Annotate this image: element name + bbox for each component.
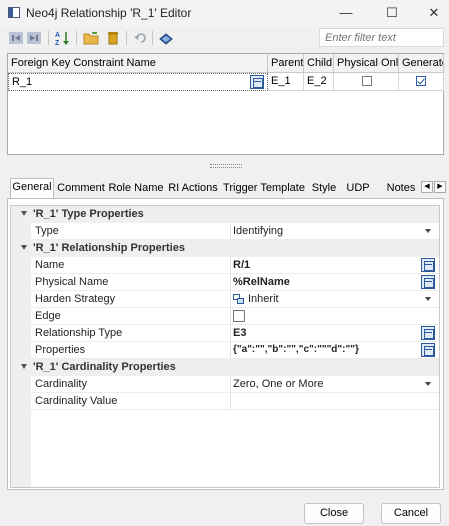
category-type-properties[interactable]: 'R_1' Type Properties <box>11 206 439 223</box>
svg-text:Z: Z <box>55 40 60 46</box>
collapse-icon[interactable] <box>21 364 27 369</box>
toolbar-separator <box>152 31 153 45</box>
physical-only-cell[interactable] <box>334 73 399 91</box>
property-label: Type <box>35 225 59 237</box>
tab-notes[interactable]: Notes <box>384 180 418 198</box>
delete-icon[interactable] <box>104 29 122 47</box>
sort-az-icon[interactable]: AZ <box>54 29 72 47</box>
child-cell[interactable]: E_2 <box>304 73 334 91</box>
close-window-button[interactable]: ✕ <box>414 3 449 23</box>
ellipsis-icon[interactable] <box>421 343 435 357</box>
tab-ri-actions[interactable]: RI Actions <box>166 180 220 198</box>
window-title: Neo4j Relationship 'R_1' Editor <box>26 6 192 20</box>
relationship-type-field[interactable]: E3 <box>233 327 246 339</box>
chevron-down-icon[interactable] <box>425 229 431 233</box>
tab-role-name[interactable]: Role Name <box>108 180 164 198</box>
column-header[interactable]: Foreign Key Constraint Name <box>8 54 268 73</box>
property-label: Cardinality Value <box>35 395 118 407</box>
svg-text:A: A <box>55 32 60 39</box>
tab-comment[interactable]: Comment <box>56 180 106 198</box>
type-dropdown[interactable]: Identifying <box>233 225 283 237</box>
maximize-button[interactable]: ☐ <box>372 3 412 23</box>
property-grid: 'R_1' Type Properties Type Identifying '… <box>10 205 440 488</box>
inherit-icon <box>233 294 245 308</box>
column-header[interactable]: Generate <box>399 54 444 73</box>
new-folder-icon[interactable] <box>82 29 100 47</box>
property-row-harden-strategy[interactable]: Harden Strategy Inherit <box>11 291 439 308</box>
collapse-icon[interactable] <box>21 245 27 250</box>
property-grid-gutter <box>11 410 31 487</box>
property-label: Relationship Type <box>35 327 123 339</box>
ellipsis-icon[interactable] <box>250 75 264 89</box>
parent-cell[interactable]: E_1 <box>268 73 304 91</box>
tab-general[interactable]: General <box>10 178 54 199</box>
name-field[interactable]: R/1 <box>233 259 250 271</box>
diagram-icon[interactable] <box>157 29 175 47</box>
splitter-handle[interactable] <box>210 164 242 168</box>
properties-field[interactable]: {"a":"","b":"","c":"""d":""} <box>233 344 359 355</box>
property-label: Properties <box>35 344 86 356</box>
generate-cell[interactable] <box>399 73 444 91</box>
tab-scroll-left-icon[interactable]: ◀ <box>421 181 433 193</box>
property-row-physical-name[interactable]: Physical Name %RelName <box>11 274 439 291</box>
minimize-button[interactable]: — <box>326 3 366 23</box>
physical-only-checkbox[interactable] <box>362 76 372 86</box>
harden-strategy-dropdown[interactable]: Inherit <box>248 293 279 305</box>
ellipsis-icon[interactable] <box>421 326 435 340</box>
last-record-icon[interactable] <box>25 29 43 47</box>
property-row-cardinality-value[interactable]: Cardinality Value <box>11 393 439 410</box>
property-row-type[interactable]: Type Identifying <box>11 223 439 240</box>
collapse-icon[interactable] <box>21 211 27 216</box>
tab-udp[interactable]: UDP <box>343 180 373 198</box>
foreign-key-grid: Foreign Key Constraint Name Parent Child… <box>7 53 444 155</box>
property-row-relationship-type[interactable]: Relationship Type E3 <box>11 325 439 342</box>
property-label: Edge <box>35 310 61 322</box>
tab-style[interactable]: Style <box>308 180 340 198</box>
fk-name-cell[interactable]: R_1 <box>8 73 268 91</box>
tab-scroll-right-icon[interactable]: ▶ <box>434 181 446 193</box>
column-header[interactable]: Child <box>304 54 334 73</box>
tab-trigger-template[interactable]: Trigger Template <box>222 180 306 198</box>
property-row-cardinality[interactable]: Cardinality Zero, One or More <box>11 376 439 393</box>
first-record-icon[interactable] <box>7 29 25 47</box>
title-bar: Neo4j Relationship 'R_1' Editor — ☐ ✕ <box>0 0 449 26</box>
column-header[interactable]: Physical Only <box>334 54 399 73</box>
property-label: Name <box>35 259 65 271</box>
property-label: Physical Name <box>35 276 109 288</box>
category-cardinality-properties[interactable]: 'R_1' Cardinality Properties <box>11 359 439 376</box>
filter-input[interactable] <box>319 28 444 47</box>
property-label: Harden Strategy <box>35 293 116 305</box>
ellipsis-icon[interactable] <box>421 275 435 289</box>
column-header[interactable]: Parent <box>268 54 304 73</box>
close-button[interactable]: Close <box>304 503 364 524</box>
ellipsis-icon[interactable] <box>421 258 435 272</box>
edge-checkbox[interactable] <box>233 310 245 322</box>
app-icon <box>8 7 20 18</box>
property-row-name[interactable]: Name R/1 <box>11 257 439 274</box>
toolbar-separator <box>126 31 127 45</box>
undo-icon[interactable] <box>131 29 149 47</box>
generate-checkbox[interactable] <box>416 76 426 86</box>
chevron-down-icon[interactable] <box>425 297 431 301</box>
cancel-button[interactable]: Cancel <box>381 503 441 524</box>
chevron-down-icon[interactable] <box>425 382 431 386</box>
toolbar-separator <box>48 31 49 45</box>
category-relationship-properties[interactable]: 'R_1' Relationship Properties <box>11 240 439 257</box>
property-label: Cardinality <box>35 378 87 390</box>
cardinality-dropdown[interactable]: Zero, One or More <box>233 378 323 390</box>
property-row-properties[interactable]: Properties {"a":"","b":"","c":"""d":""} <box>11 342 439 359</box>
property-row-edge[interactable]: Edge <box>11 308 439 325</box>
physical-name-field[interactable]: %RelName <box>233 276 290 288</box>
toolbar-separator <box>76 31 77 45</box>
